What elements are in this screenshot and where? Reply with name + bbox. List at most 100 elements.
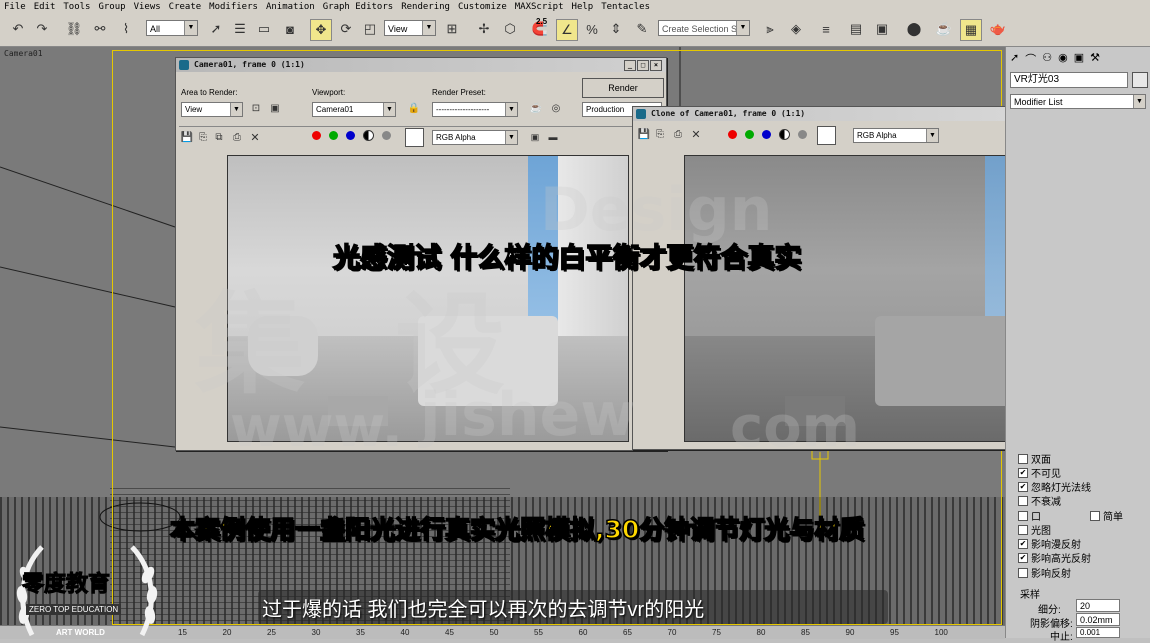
menu-item-maxscript[interactable]: MAXScript: [511, 2, 568, 12]
utilities-tab-icon[interactable]: ⚒: [1090, 51, 1100, 69]
monochrome-icon[interactable]: [798, 130, 807, 139]
scale-icon[interactable]: ◰: [360, 19, 380, 39]
swatch[interactable]: [405, 128, 424, 147]
menu-item-views[interactable]: Views: [130, 2, 165, 12]
spinner-snap-icon[interactable]: ⇕: [606, 19, 626, 39]
display-tab-icon[interactable]: ▣: [1074, 51, 1084, 69]
red-channel-icon[interactable]: [728, 130, 737, 139]
option-row[interactable]: 不衰减: [1018, 493, 1061, 508]
monochrome-icon[interactable]: [382, 131, 391, 140]
display-channel-dropdown[interactable]: RGB Alpha ▼: [432, 130, 518, 145]
rendered-frame-window-icon[interactable]: ▦: [960, 19, 982, 41]
clear-image-icon[interactable]: ✕: [248, 130, 262, 144]
checkbox[interactable]: ✔: [1018, 467, 1028, 478]
option-row[interactable]: 影响反射: [1018, 565, 1071, 580]
environment-icon[interactable]: ◎: [548, 100, 564, 116]
checkbox[interactable]: ✔: [1018, 481, 1028, 492]
keyboard-shortcut-icon[interactable]: ⬡: [500, 19, 520, 39]
checkbox[interactable]: [1018, 453, 1028, 464]
display-channel-dropdown[interactable]: RGB Alpha ▼: [853, 128, 939, 143]
link-icon[interactable]: ⛓: [64, 19, 84, 39]
menu-item-graph-editors[interactable]: Graph Editors: [319, 2, 397, 12]
lock-icon[interactable]: 🔒: [406, 100, 422, 116]
option-row[interactable]: 光图: [1018, 522, 1051, 537]
option-row[interactable]: 口: [1018, 508, 1041, 523]
menu-item-tentacles[interactable]: Tentacles: [597, 2, 654, 12]
rect-selection-icon[interactable]: ▭: [254, 19, 274, 39]
option-row[interactable]: 双面: [1018, 451, 1051, 466]
select-by-name-icon[interactable]: ☰: [230, 19, 250, 39]
option-row[interactable]: ✔ 忽略灯光法线: [1018, 479, 1091, 494]
reference-coordinate-dropdown[interactable]: View ▼: [384, 20, 436, 36]
checkbox[interactable]: [1018, 567, 1028, 578]
render-setup-icon[interactable]: ☕: [934, 19, 954, 39]
modifier-list-dropdown[interactable]: Modifier List ▼: [1010, 94, 1146, 109]
manipulate-icon[interactable]: ✢: [474, 19, 494, 39]
move-icon[interactable]: ✥: [310, 19, 332, 41]
save-image-icon[interactable]: 💾: [637, 127, 651, 141]
menu-item-create[interactable]: Create: [165, 2, 206, 12]
green-channel-icon[interactable]: [745, 130, 754, 139]
bind-icon[interactable]: ⌇: [116, 19, 136, 39]
cutoff-field[interactable]: 0.001: [1076, 627, 1120, 638]
layer-manager-icon[interactable]: ≡: [816, 19, 836, 39]
viewport-label[interactable]: Camera01: [4, 49, 43, 58]
blue-channel-icon[interactable]: [762, 130, 771, 139]
select-object-icon[interactable]: ➚: [206, 19, 226, 39]
menu-item-customize[interactable]: Customize: [454, 2, 511, 12]
option-row[interactable]: ✔ 不可见: [1018, 465, 1061, 480]
object-name-field[interactable]: VR灯光03: [1010, 72, 1128, 88]
hierarchy-tab-icon[interactable]: ⚇: [1042, 51, 1052, 69]
motion-tab-icon[interactable]: ◉: [1058, 51, 1068, 69]
option-row[interactable]: ✔ 影响高光反射: [1018, 550, 1091, 565]
clear-image-icon[interactable]: ✕: [689, 127, 703, 141]
mirror-icon[interactable]: ⫸: [760, 19, 780, 39]
selection-filter-dropdown[interactable]: All ▼: [146, 20, 198, 36]
menu-item-file[interactable]: File: [0, 2, 30, 12]
percent-snap-icon[interactable]: %: [582, 19, 602, 39]
create-tab-icon[interactable]: ➚: [1010, 51, 1019, 69]
align-icon[interactable]: ◈: [786, 19, 806, 39]
curve-editor-icon[interactable]: ▤: [846, 19, 866, 39]
toggle-ui-icon[interactable]: ▬: [546, 130, 560, 144]
checkbox[interactable]: [1018, 510, 1028, 521]
maximize-button[interactable]: □: [637, 60, 649, 71]
menu-item-modifiers[interactable]: Modifiers: [205, 2, 262, 12]
modify-tab-icon[interactable]: ⌒: [1025, 51, 1036, 69]
checkbox[interactable]: [1018, 495, 1028, 506]
rotate-icon[interactable]: ⟳: [336, 19, 356, 39]
close-button[interactable]: ×: [650, 60, 662, 71]
redo-icon[interactable]: ↷: [32, 19, 52, 39]
auto-region-icon[interactable]: ▣: [267, 100, 283, 116]
render-setup-small-icon[interactable]: ☕: [528, 100, 544, 116]
pivot-center-icon[interactable]: ⊞: [442, 19, 462, 39]
schematic-view-icon[interactable]: ▣: [872, 19, 892, 39]
menu-item-tools[interactable]: Tools: [59, 2, 94, 12]
green-channel-icon[interactable]: [329, 131, 338, 140]
checkbox[interactable]: [1018, 524, 1028, 535]
copy-image-icon[interactable]: ⎘: [653, 127, 667, 141]
named-selection-dropdown[interactable]: Create Selection Set ▼: [658, 20, 750, 36]
print-image-icon[interactable]: ⎙: [230, 130, 244, 144]
option-row[interactable]: 简单: [1090, 508, 1123, 523]
area-to-render-dropdown[interactable]: View ▼: [181, 102, 243, 117]
copy-image-icon[interactable]: ⎘: [196, 130, 210, 144]
swatch[interactable]: [817, 126, 836, 145]
toggle-ui-overlay-icon[interactable]: ▣: [528, 130, 542, 144]
save-image-icon[interactable]: 💾: [180, 130, 194, 144]
print-image-icon[interactable]: ⎙: [671, 127, 685, 141]
checkbox[interactable]: ✔: [1018, 552, 1028, 563]
menu-item-edit[interactable]: Edit: [30, 2, 60, 12]
unlink-icon[interactable]: ⚯: [90, 19, 110, 39]
menu-item-group[interactable]: Group: [94, 2, 129, 12]
viewport-dropdown[interactable]: Camera01 ▼: [312, 102, 396, 117]
subdivs-field[interactable]: 20: [1076, 599, 1120, 612]
undo-icon[interactable]: ↶: [8, 19, 28, 39]
quick-render-icon[interactable]: 🫖: [988, 19, 1008, 39]
blue-channel-icon[interactable]: [346, 131, 355, 140]
shadow-bias-field[interactable]: 0.02mm: [1076, 613, 1120, 626]
checkbox[interactable]: ✔: [1018, 538, 1028, 549]
angle-snap-icon[interactable]: ∠: [556, 19, 578, 41]
render-window-titlebar[interactable]: Camera01, frame 0 (1:1) _ □ ×: [176, 58, 666, 72]
alpha-channel-icon[interactable]: [363, 130, 374, 141]
